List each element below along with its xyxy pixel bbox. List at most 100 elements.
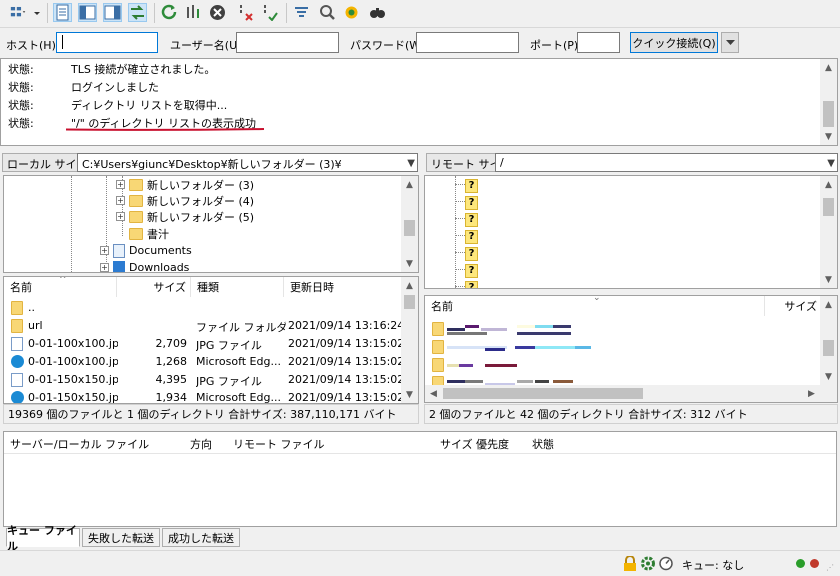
transfer-queue[interactable]: サーバー/ローカル ファイル 方向 リモート ファイル サイズ 優先度 状態 — [3, 431, 837, 527]
process-queue-icon[interactable] — [184, 3, 203, 22]
column-header-server-file[interactable]: サーバー/ローカル ファイル — [10, 436, 149, 452]
toggle-message-log-icon[interactable] — [53, 3, 72, 22]
toggle-local-tree-icon[interactable] — [78, 3, 97, 22]
remote-list-hscrollbar[interactable]: ◀ ▶ — [425, 385, 837, 402]
disconnect-icon[interactable] — [236, 3, 255, 22]
remote-tree-scrollbar[interactable]: ▲ ▼ — [820, 176, 837, 288]
scroll-down-icon[interactable]: ▼ — [820, 368, 837, 385]
site-manager-icon[interactable] — [6, 3, 30, 22]
reconnect-icon[interactable] — [260, 3, 279, 22]
remote-status: 2 個のファイルと 42 個のディレクトリ 合計サイズ: 312 バイト — [424, 404, 838, 424]
tab-failed-transfers[interactable]: 失敗した転送 — [82, 528, 160, 547]
refresh-icon[interactable] — [160, 3, 179, 22]
tree-item[interactable]: ? — [465, 228, 478, 245]
scroll-down-icon[interactable]: ▼ — [820, 271, 837, 288]
tree-item[interactable]: ? — [465, 279, 478, 288]
compare-directories-icon[interactable] — [318, 3, 337, 22]
local-tree-scrollbar[interactable]: ▲ ▼ — [401, 176, 418, 272]
tree-item[interactable]: + Documents — [100, 242, 192, 259]
cancel-operation-icon[interactable] — [208, 3, 227, 22]
column-header-size[interactable]: サイズ — [765, 296, 822, 316]
scroll-up-icon[interactable]: ▲ — [820, 176, 837, 193]
quickconnect-dropdown-button[interactable] — [721, 32, 739, 53]
scroll-down-icon[interactable]: ▼ — [401, 386, 418, 403]
file-row[interactable] — [425, 320, 821, 338]
quickconnect-button[interactable]: クイック接続(Q) — [630, 32, 718, 53]
scroll-left-icon[interactable]: ◀ — [425, 385, 442, 402]
chevron-down-icon[interactable]: ▼ — [407, 158, 415, 169]
site-manager-dropdown-icon[interactable] — [32, 3, 42, 22]
expand-icon[interactable]: + — [116, 196, 125, 205]
remote-file-list[interactable]: ⌄ 名前 サイズ ▲ ▼ ◀ ▶ — [424, 295, 838, 403]
resize-grip-icon[interactable]: ⋰ — [826, 563, 834, 572]
scroll-down-icon[interactable]: ▼ — [401, 255, 418, 272]
tree-item[interactable]: + 新しいフォルダー (4) — [116, 192, 254, 209]
scroll-up-icon[interactable]: ▲ — [820, 296, 837, 313]
file-row[interactable]: .. — [4, 299, 402, 317]
tab-successful-transfers[interactable]: 成功した転送 — [162, 528, 240, 547]
column-header-priority[interactable]: 優先度 — [476, 436, 509, 452]
quickconnect-bar: ホスト(H): ユーザー名(U): パスワード(W): ポート(P): クイック… — [0, 27, 840, 57]
file-row[interactable]: 0-01-150x150.jpg 4,395 JPG ファイル 2021/09/… — [4, 371, 403, 389]
column-header-size[interactable]: サイズ — [117, 277, 191, 297]
scroll-up-icon[interactable]: ▲ — [401, 176, 418, 193]
scroll-up-icon[interactable]: ▲ — [820, 59, 837, 76]
file-row[interactable]: 0-01-150x150.jp... 1,934 Microsoft Edg..… — [4, 389, 403, 403]
folder-icon — [432, 358, 444, 372]
tree-item[interactable]: ? — [465, 211, 478, 228]
unknown-folder-icon: ? — [465, 195, 478, 210]
file-row[interactable] — [425, 356, 821, 374]
column-header-modified[interactable]: 更新日時 — [284, 277, 404, 297]
password-input[interactable] — [416, 32, 519, 53]
speed-limit-icon[interactable] — [659, 556, 673, 571]
synchronized-browsing-icon[interactable] — [342, 3, 361, 22]
column-header-name[interactable]: 名前 — [425, 296, 765, 316]
column-header-size[interactable]: サイズ — [440, 436, 473, 452]
local-directory-tree[interactable]: + 新しいフォルダー (3) + 新しいフォルダー (4) + 新しいフォルダー… — [3, 175, 419, 273]
host-caret — [62, 35, 63, 49]
host-input[interactable] — [56, 32, 158, 53]
port-input[interactable] — [577, 32, 620, 53]
scroll-right-icon[interactable]: ▶ — [803, 385, 820, 402]
unknown-folder-icon: ? — [465, 178, 478, 193]
toggle-remote-tree-icon[interactable] — [103, 3, 122, 22]
remote-path-input[interactable]: / ▼ — [495, 153, 838, 172]
log-scrollbar[interactable]: ▲ ▼ — [820, 59, 837, 145]
chevron-down-icon[interactable]: ▼ — [827, 158, 835, 169]
expand-icon[interactable]: + — [116, 180, 125, 189]
tree-item[interactable]: + 新しいフォルダー (3) — [116, 176, 254, 193]
toggle-transfer-queue-icon[interactable] — [128, 3, 147, 22]
search-remote-files-icon[interactable] — [368, 3, 387, 22]
expand-icon[interactable]: + — [116, 212, 125, 221]
scroll-down-icon[interactable]: ▼ — [820, 128, 837, 145]
file-row[interactable]: 0-01-100x100.jp... 1,268 Microsoft Edg..… — [4, 353, 403, 371]
local-path-input[interactable]: C:¥Users¥giunc¥Desktop¥新しいフォルダー (3)¥ ▼ — [77, 153, 418, 172]
file-row[interactable]: url ファイル フォルダー 2021/09/14 13:16:24 — [4, 317, 403, 335]
column-header-type[interactable]: 種類 — [191, 277, 284, 297]
remote-list-scrollbar[interactable]: ▲ ▼ — [820, 296, 837, 385]
local-list-scrollbar[interactable]: ▲ ▼ — [401, 277, 418, 403]
tree-item[interactable]: ? — [465, 194, 478, 211]
remote-directory-tree[interactable]: ? ? ? ? ? ? ? ▲ ▼ — [424, 175, 838, 289]
tree-item[interactable]: ? — [465, 262, 478, 279]
scroll-up-icon[interactable]: ▲ — [401, 277, 418, 294]
local-file-list[interactable]: 名前 ^ サイズ 種類 更新日時 .. url ファイル フォルダー 2021/… — [3, 276, 419, 404]
column-header-remote-file[interactable]: リモート ファイル — [233, 436, 325, 452]
expand-icon[interactable]: + — [100, 246, 109, 255]
column-header-status[interactable]: 状態 — [532, 436, 554, 452]
user-input[interactable] — [236, 32, 339, 53]
directory-filter-icon[interactable] — [292, 3, 311, 22]
column-header-direction[interactable]: 方向 — [190, 436, 212, 452]
gear-icon[interactable] — [641, 556, 655, 571]
lock-icon[interactable] — [623, 556, 637, 571]
tree-item[interactable]: + 新しいフォルダー (5) — [116, 208, 254, 225]
tree-item[interactable]: ? — [465, 245, 478, 262]
tree-item[interactable]: ? — [465, 177, 478, 194]
file-row[interactable] — [425, 338, 821, 356]
tab-queued-files[interactable]: キュー ファイル — [6, 524, 80, 553]
tree-item[interactable]: + Downloads — [100, 259, 189, 272]
expand-icon[interactable]: + — [100, 263, 109, 272]
tree-item[interactable]: 書汁 — [129, 225, 169, 242]
message-log[interactable]: 状態: TLS 接続が確立されました。 状態: ログインしました 状態: ディレクトリ… — [0, 58, 838, 146]
file-row[interactable]: 0-01-100x100.jpg 2,709 JPG ファイル 2021/09/… — [4, 335, 403, 353]
